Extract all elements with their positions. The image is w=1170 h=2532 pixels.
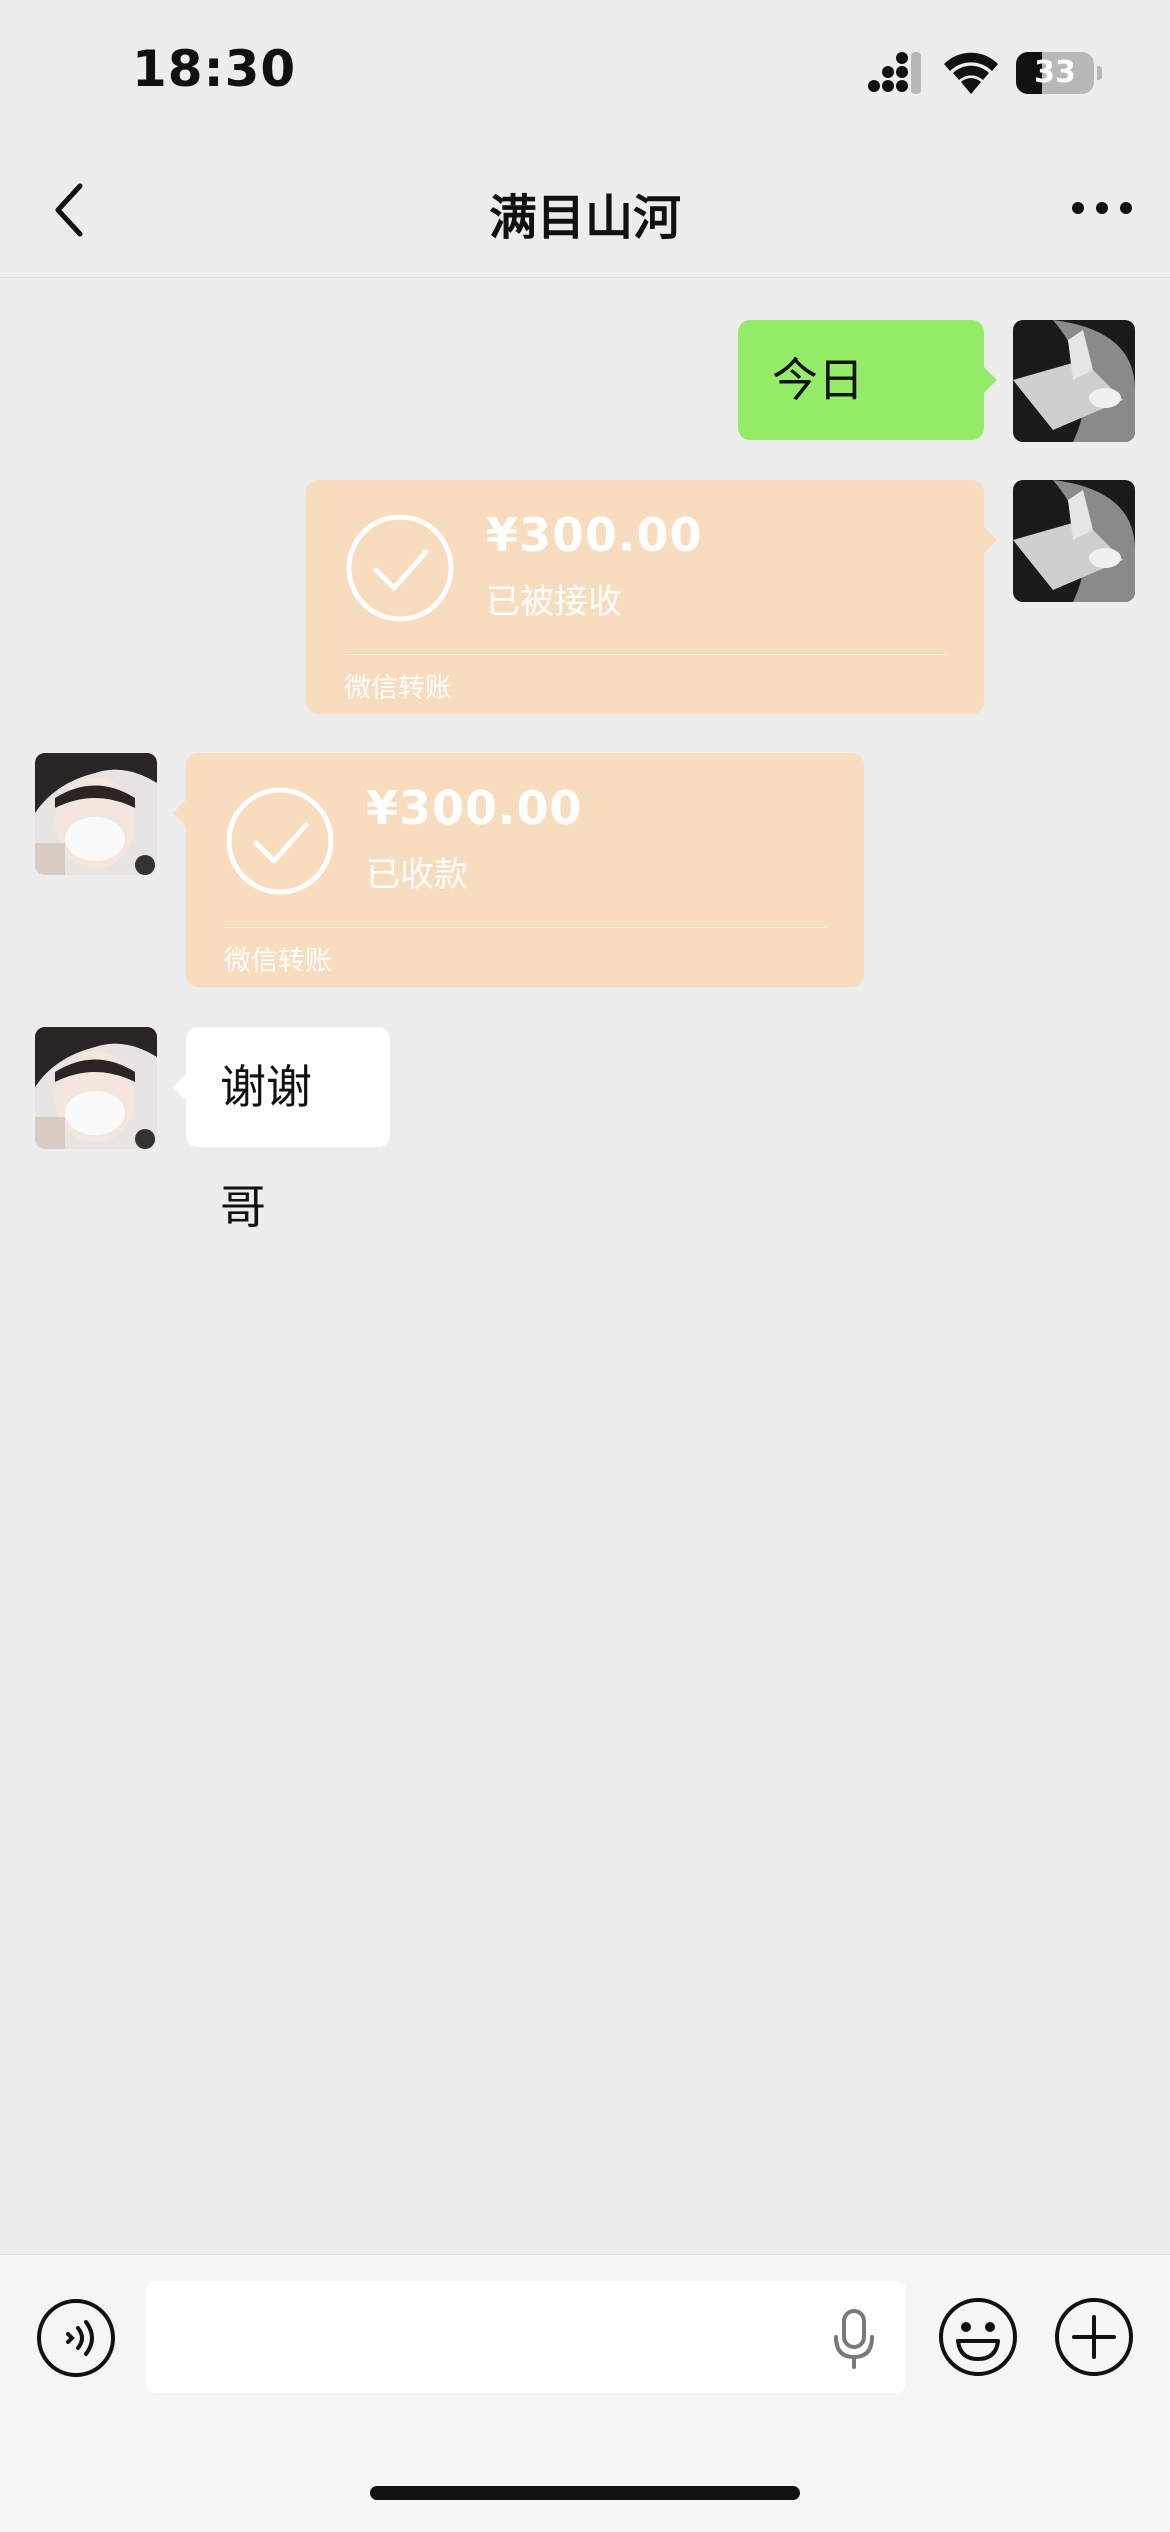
status-time: 18:30 — [132, 40, 297, 98]
chat-header: 满目山河 — [0, 140, 1170, 278]
voice-mode-icon[interactable] — [36, 2298, 116, 2378]
home-indicator[interactable] — [370, 2486, 800, 2500]
transfer-amount: ¥300.00 — [486, 508, 703, 562]
transfer-card-outgoing[interactable]: ¥300.00 已被接收 微信转账 — [306, 480, 984, 714]
microphone-icon[interactable] — [832, 2309, 876, 2369]
wifi-icon — [944, 52, 998, 94]
chat-title: 满目山河 — [488, 190, 681, 246]
transfer-status: 已被接收 — [486, 582, 622, 622]
avatar-contact[interactable] — [35, 1027, 157, 1149]
transfer-label: 微信转账 — [344, 673, 452, 704]
avatar-self[interactable] — [1013, 480, 1135, 602]
transfer-card-incoming[interactable]: ¥300.00 已收款 微信转账 — [186, 753, 864, 987]
status-bar: 18:30 33 — [0, 0, 1170, 140]
check-circle-icon — [346, 514, 454, 622]
transfer-label: 微信转账 — [224, 946, 332, 977]
cellular-signal-icon — [868, 52, 921, 94]
battery-percent: 33 — [1034, 55, 1076, 90]
add-icon[interactable] — [1054, 2297, 1134, 2377]
avatar-contact[interactable] — [35, 753, 157, 875]
divider — [344, 654, 946, 655]
transfer-status: 已收款 — [366, 855, 468, 895]
battery-icon: 33 — [1016, 52, 1102, 94]
message-input[interactable] — [146, 2281, 906, 2393]
check-circle-icon — [226, 787, 334, 895]
message-bubble-incoming[interactable]: 谢谢哥 — [186, 1027, 390, 1234]
message-text: 谢谢哥 — [220, 1060, 312, 1234]
emoji-icon[interactable] — [938, 2297, 1018, 2377]
transfer-amount: ¥300.00 — [366, 781, 583, 835]
divider — [224, 927, 826, 928]
message-bubble-outgoing[interactable]: 今日400 — [738, 320, 984, 527]
avatar-self[interactable] — [1013, 320, 1135, 442]
more-dots-icon[interactable] — [1070, 196, 1134, 220]
